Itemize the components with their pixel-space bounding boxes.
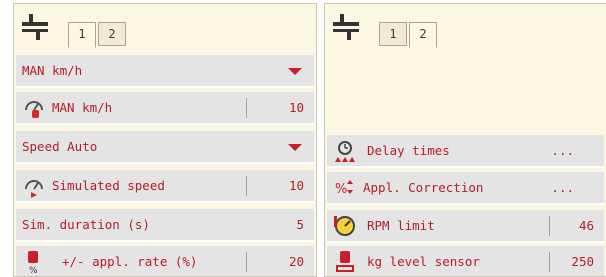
row-value: 250 [571, 254, 594, 269]
simulated-speed-row[interactable]: Simulated speed 10 [16, 170, 314, 203]
clock-icon [335, 141, 355, 162]
dropdown-arrow-icon [288, 144, 302, 151]
bag-percent-icon: % [28, 251, 38, 274]
tab-2[interactable]: 2 [98, 22, 126, 46]
sim-duration-row[interactable]: Sim. duration (s) 5 [16, 209, 314, 242]
row-label: Simulated speed [52, 178, 165, 193]
row-value: 46 [578, 218, 594, 233]
man-kmh-row[interactable]: MAN km/h 10 [16, 92, 314, 125]
svg-text:%: % [335, 182, 347, 197]
separator [549, 216, 550, 236]
level-sensor-icon [336, 251, 354, 272]
tab-bar: 1 2 [14, 4, 316, 52]
wrench-icon [333, 14, 359, 40]
percent-correction-icon: % [335, 180, 353, 197]
tab-1[interactable]: 1 [379, 22, 407, 46]
row-value: ... [551, 180, 574, 195]
rpm-limit-row[interactable]: RPM limit 46 [327, 210, 604, 243]
row-label: Delay times [367, 143, 450, 158]
row-label: Appl. Correction [363, 180, 484, 195]
appl-correction-row[interactable]: % Appl. Correction ... [327, 172, 604, 205]
tab-1[interactable]: 1 [68, 22, 96, 48]
wrench-icon [22, 14, 48, 40]
row-label: MAN km/h [52, 100, 113, 115]
menu-panel-right: 1 2 Delay times ... % Appl. Correction .… [324, 3, 606, 277]
row-value: 20 [288, 254, 304, 269]
separator [246, 176, 247, 196]
speedometer-icon [25, 180, 43, 198]
menu-panel-left: 1 2 MAN km/h MAN km/h 10 Speed Auto Simu… [13, 3, 317, 277]
hand-speed-icon [25, 101, 43, 118]
delay-times-row[interactable]: Delay times ... [327, 135, 604, 168]
row-value: ... [551, 143, 574, 158]
row-value: 10 [288, 178, 304, 193]
separator [246, 98, 247, 118]
row-label: Speed Auto [22, 139, 98, 154]
speed-auto-dropdown[interactable]: Speed Auto [16, 131, 314, 164]
separator [246, 252, 247, 272]
gauge-icon [334, 216, 355, 236]
man-kmh-dropdown[interactable]: MAN km/h [16, 55, 314, 88]
dropdown-arrow-icon [288, 68, 302, 75]
row-label: +/- appl. rate (%) [62, 254, 198, 269]
appl-rate-row[interactable]: % +/- appl. rate (%) 20 [16, 246, 314, 276]
row-label: RPM limit [367, 218, 435, 233]
kg-level-sensor-row[interactable]: kg level sensor 250 [327, 246, 604, 276]
row-value: 5 [296, 217, 304, 232]
tab-bar: 1 2 [325, 4, 606, 52]
row-value: 10 [288, 100, 304, 115]
row-label: Sim. duration (s) [22, 217, 150, 232]
svg-text:%: % [29, 266, 38, 274]
tab-2[interactable]: 2 [409, 22, 437, 48]
separator [549, 252, 550, 272]
row-label: kg level sensor [367, 254, 480, 269]
row-label: MAN km/h [22, 63, 83, 78]
